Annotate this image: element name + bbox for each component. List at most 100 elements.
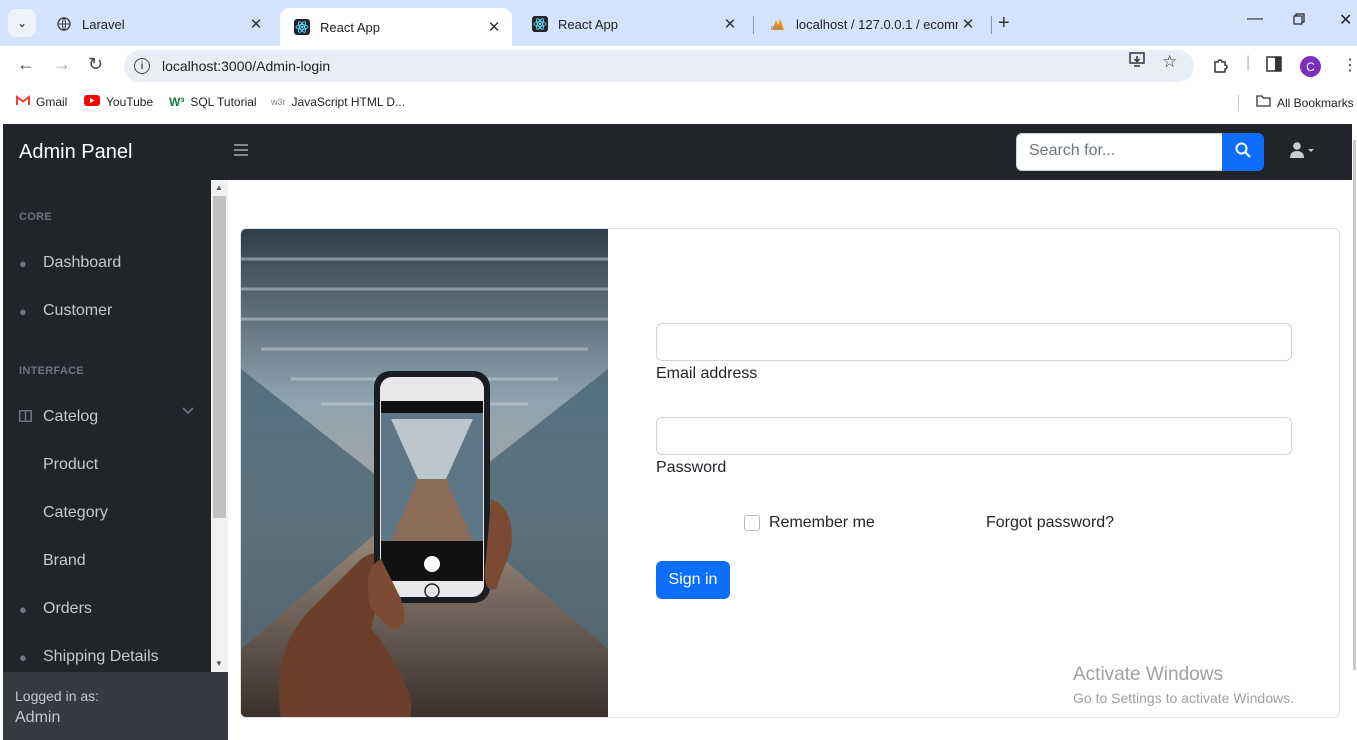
search-icon bbox=[1235, 142, 1251, 163]
address-bar[interactable]: i localhost:3000/Admin-login bbox=[124, 50, 1194, 82]
forward-arrow-icon[interactable]: → bbox=[53, 54, 71, 75]
url-text: localhost:3000/Admin-login bbox=[162, 58, 331, 74]
sidebar-item-category[interactable]: Category bbox=[43, 504, 108, 522]
react-icon bbox=[294, 19, 310, 35]
tachometer-icon: ● bbox=[19, 303, 27, 319]
folder-icon bbox=[1256, 95, 1271, 110]
scrollbar-thumb[interactable] bbox=[213, 196, 226, 518]
tab-separator bbox=[991, 16, 992, 34]
extensions-icon[interactable] bbox=[1212, 56, 1230, 79]
back-arrow-icon[interactable]: ← bbox=[17, 54, 35, 75]
sidebar-heading-core: CORE bbox=[19, 211, 52, 223]
chevron-down-icon: ⌄ bbox=[16, 16, 28, 30]
tab-phpmyadmin[interactable]: PMA localhost / 127.0.0.1 / ecommer ✕ bbox=[756, 6, 986, 42]
user-dropdown[interactable] bbox=[1289, 142, 1315, 163]
sidebar-item-label: Shipping Details bbox=[43, 648, 159, 665]
search-button[interactable] bbox=[1222, 133, 1264, 171]
phpmyadmin-icon: PMA bbox=[770, 16, 786, 32]
sidebar-item-orders[interactable]: ● Orders bbox=[19, 600, 92, 618]
w3-icon: W³ bbox=[169, 95, 185, 109]
bookmark-label: JavaScript HTML D... bbox=[291, 95, 406, 109]
login-card: Email address Password Remember me Forgo… bbox=[240, 228, 1340, 718]
scroll-down-arrow-icon[interactable]: ▼ bbox=[215, 659, 223, 668]
email-label: Email address bbox=[656, 365, 758, 382]
install-app-icon[interactable] bbox=[1129, 52, 1147, 73]
bookmark-javascript[interactable]: w3r JavaScript HTML D... bbox=[271, 95, 405, 109]
restore-icon[interactable] bbox=[1293, 12, 1305, 30]
login-hero-image bbox=[241, 229, 608, 717]
sidebar-item-dashboard[interactable]: ● Dashboard bbox=[19, 254, 121, 272]
email-field[interactable] bbox=[656, 323, 1292, 361]
all-bookmarks[interactable]: All Bookmarks bbox=[1256, 95, 1354, 110]
search-input[interactable]: Search for... bbox=[1016, 133, 1223, 171]
close-tab-icon[interactable]: ✕ bbox=[720, 15, 740, 33]
tab-title: React App bbox=[558, 16, 618, 32]
tab-title: React App bbox=[320, 19, 380, 35]
close-tab-icon[interactable]: ✕ bbox=[958, 15, 978, 33]
menu-kebab-icon[interactable]: ⋮ bbox=[1342, 55, 1357, 75]
forgot-password-link[interactable]: Forgot password? bbox=[986, 514, 1114, 532]
remember-me-checkbox[interactable] bbox=[744, 515, 760, 531]
bookmark-star-icon[interactable]: ☆ bbox=[1162, 52, 1177, 72]
tachometer-icon: ● bbox=[19, 601, 27, 617]
sidebar-item-label: Catelog bbox=[43, 408, 99, 425]
logged-in-user: Admin bbox=[15, 709, 61, 726]
bookmark-gmail[interactable]: Gmail bbox=[16, 95, 67, 109]
watermark-title: Activate Windows bbox=[1073, 664, 1223, 685]
new-tab-button[interactable]: + bbox=[998, 12, 1010, 35]
bookmark-label: Gmail bbox=[36, 95, 68, 109]
sidebar-item-label: Customer bbox=[43, 302, 113, 319]
w3schools-icon: w3r bbox=[271, 97, 286, 107]
close-tab-icon[interactable]: ✕ bbox=[246, 15, 266, 33]
page-scrollbar-thumb[interactable] bbox=[1353, 140, 1356, 670]
logged-in-label: Logged in as: bbox=[15, 688, 100, 704]
sidebar-item-product[interactable]: Product bbox=[43, 456, 98, 474]
close-tab-icon[interactable]: ✕ bbox=[484, 18, 504, 36]
sidebar-item-label: Dashboard bbox=[43, 254, 122, 271]
page-scrollbar[interactable] bbox=[1352, 124, 1357, 740]
sidebar-item-label: Orders bbox=[43, 600, 92, 617]
tab-react-app[interactable]: React App ✕ bbox=[518, 6, 748, 42]
minimize-icon[interactable]: — bbox=[1247, 10, 1263, 28]
browser-tabstrip: ⌄ Laravel ✕ React App ✕ React App ✕ PMA … bbox=[0, 0, 1357, 46]
sidebar-toggle-icon[interactable] bbox=[234, 140, 248, 161]
sidebar-scrollbar[interactable]: ▲ ▼ bbox=[211, 180, 228, 672]
profile-avatar[interactable]: C bbox=[1300, 56, 1321, 77]
react-icon bbox=[532, 16, 548, 32]
tab-laravel[interactable]: Laravel ✕ bbox=[42, 6, 274, 42]
scroll-up-arrow-icon[interactable]: ▲ bbox=[215, 183, 223, 192]
watermark-subtitle: Go to Settings to activate Windows. bbox=[1073, 690, 1294, 706]
gmail-icon bbox=[16, 95, 30, 109]
close-window-icon[interactable]: ✕ bbox=[1339, 10, 1352, 30]
bookmark-sql-tutorial[interactable]: W³ SQL Tutorial bbox=[169, 95, 257, 109]
browser-toolbar: ← → ↻ i localhost:3000/Admin-login ☆ | C… bbox=[0, 46, 1357, 86]
bookmarks-divider bbox=[1238, 95, 1239, 111]
sidebar-item-catelog[interactable]: Catelog bbox=[19, 408, 98, 426]
tab-search-button[interactable]: ⌄ bbox=[8, 9, 36, 37]
globe-icon bbox=[56, 16, 72, 32]
bookmarks-bar: Gmail YouTube W³ SQL Tutorial w3r JavaSc… bbox=[0, 86, 1357, 120]
password-field[interactable] bbox=[656, 417, 1292, 455]
sidebar-footer: Logged in as: Admin bbox=[3, 672, 228, 740]
chevron-down-icon[interactable] bbox=[182, 404, 194, 418]
brand-title[interactable]: Admin Panel bbox=[19, 141, 132, 164]
sidebar-item-customer[interactable]: ● Customer bbox=[19, 302, 112, 320]
bookmark-youtube[interactable]: YouTube bbox=[84, 95, 153, 109]
tachometer-icon: ● bbox=[19, 255, 27, 271]
side-panel-icon[interactable] bbox=[1266, 56, 1282, 77]
tab-react-app-active[interactable]: React App ✕ bbox=[280, 8, 512, 46]
tab-separator bbox=[753, 16, 754, 34]
sidebar-item-shipping-details[interactable]: ● Shipping Details bbox=[19, 648, 159, 666]
top-navbar: Admin Panel Search for... bbox=[3, 124, 1352, 180]
toolbar-divider: | bbox=[1246, 54, 1251, 71]
admin-app: Admin Panel Search for... CORE ● Dashboa… bbox=[3, 124, 1352, 740]
password-label: Password bbox=[656, 459, 727, 476]
tab-title: Laravel bbox=[82, 16, 125, 32]
remember-me-label[interactable]: Remember me bbox=[769, 514, 875, 532]
youtube-icon bbox=[84, 95, 100, 109]
sign-in-button[interactable]: Sign in bbox=[656, 561, 730, 599]
site-info-icon[interactable]: i bbox=[134, 58, 150, 74]
user-icon bbox=[1289, 142, 1315, 162]
reload-icon[interactable]: ↻ bbox=[88, 54, 103, 75]
sidebar-item-brand[interactable]: Brand bbox=[43, 552, 86, 570]
